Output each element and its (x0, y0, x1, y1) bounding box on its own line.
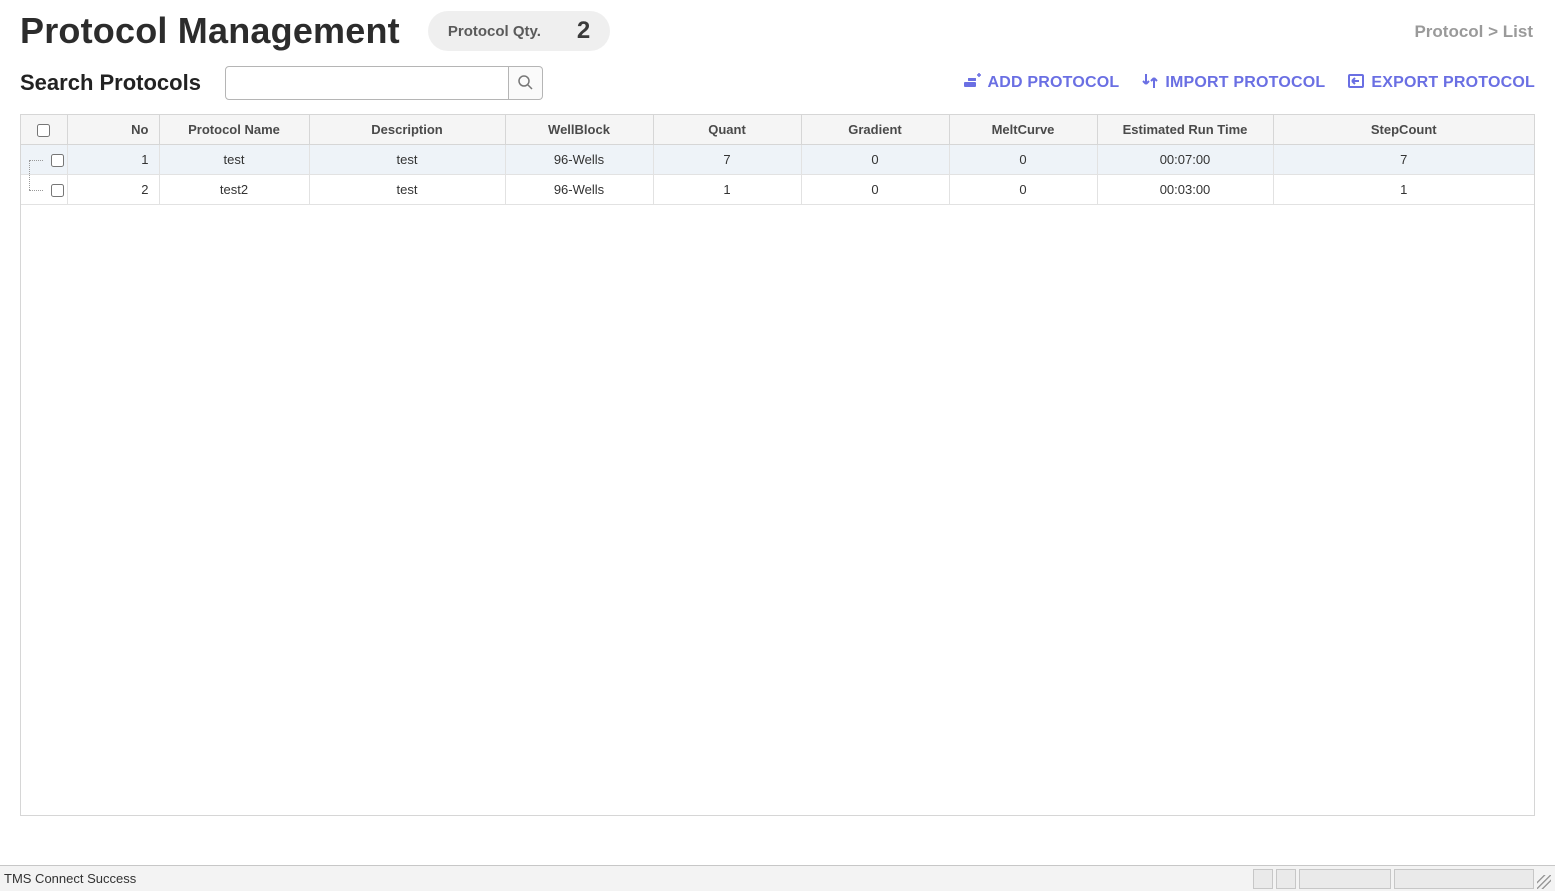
cell-wellblock: 96-Wells (505, 145, 653, 175)
action-buttons: ADD PROTOCOL IMPORT PROTOCOL EXPORT PROT… (963, 72, 1535, 95)
protocol-qty-label: Protocol Qty. (448, 23, 541, 40)
select-all-checkbox[interactable] (37, 124, 50, 137)
cell-gradient: 0 (801, 145, 949, 175)
add-icon (963, 72, 981, 95)
statusbar-pane-2 (1276, 869, 1296, 889)
search-icon (517, 74, 533, 93)
row-checkbox[interactable] (51, 154, 64, 167)
header: Protocol Management Protocol Qty. 2 (20, 10, 1535, 52)
status-bar: TMS Connect Success (0, 865, 1555, 891)
export-icon (1347, 72, 1365, 95)
protocol-table-container: No Protocol Name Description WellBlock Q… (20, 114, 1535, 816)
header-checkbox-cell (21, 115, 67, 145)
table-row[interactable]: 2test2test96-Wells10000:03:001 (21, 175, 1534, 205)
cell-gradient: 0 (801, 175, 949, 205)
cell-wellblock: 96-Wells (505, 175, 653, 205)
table-row[interactable]: 1testtest96-Wells70000:07:007 (21, 145, 1534, 175)
search-button[interactable] (509, 66, 543, 100)
cell-name: test (159, 145, 309, 175)
export-protocol-button[interactable]: EXPORT PROTOCOL (1347, 72, 1535, 95)
cell-no: 2 (67, 175, 159, 205)
cell-name: test2 (159, 175, 309, 205)
protocol-qty-pill: Protocol Qty. 2 (428, 11, 610, 51)
tree-cell (21, 145, 67, 175)
cell-quant: 7 (653, 145, 801, 175)
search-label: Search Protocols (20, 70, 201, 96)
add-protocol-button[interactable]: ADD PROTOCOL (963, 72, 1119, 95)
export-protocol-label: EXPORT PROTOCOL (1371, 74, 1535, 92)
col-header-quant[interactable]: Quant (653, 115, 801, 145)
resize-grip-icon[interactable] (1537, 875, 1551, 889)
cell-meltcurve: 0 (949, 175, 1097, 205)
breadcrumb: Protocol > List (1414, 22, 1533, 42)
tree-cell (21, 175, 67, 205)
status-message: TMS Connect Success (4, 871, 1250, 886)
col-header-stepcount[interactable]: StepCount (1273, 115, 1534, 145)
cell-runtime: 00:03:00 (1097, 175, 1273, 205)
col-header-meltcurve[interactable]: MeltCurve (949, 115, 1097, 145)
table-header: No Protocol Name Description WellBlock Q… (21, 115, 1534, 145)
search-input[interactable] (225, 66, 509, 100)
statusbar-pane-1 (1253, 869, 1273, 889)
cell-stepcount: 7 (1273, 145, 1534, 175)
page-title: Protocol Management (20, 10, 400, 52)
col-header-gradient[interactable]: Gradient (801, 115, 949, 145)
statusbar-pane-3 (1299, 869, 1391, 889)
import-icon (1141, 72, 1159, 95)
add-protocol-label: ADD PROTOCOL (987, 74, 1119, 92)
col-header-no[interactable]: No (67, 115, 159, 145)
page-container: Protocol Management Protocol Qty. 2 Prot… (0, 0, 1555, 865)
cell-description: test (309, 175, 505, 205)
statusbar-pane-4 (1394, 869, 1534, 889)
cell-runtime: 00:07:00 (1097, 145, 1273, 175)
protocol-qty-value: 2 (577, 17, 590, 45)
search-group (225, 66, 543, 100)
col-header-description[interactable]: Description (309, 115, 505, 145)
protocol-table: No Protocol Name Description WellBlock Q… (21, 115, 1534, 205)
cell-meltcurve: 0 (949, 145, 1097, 175)
table-body: 1testtest96-Wells70000:07:0072test2test9… (21, 145, 1534, 205)
col-header-runtime[interactable]: Estimated Run Time (1097, 115, 1273, 145)
import-protocol-label: IMPORT PROTOCOL (1165, 74, 1325, 92)
col-header-name[interactable]: Protocol Name (159, 115, 309, 145)
cell-stepcount: 1 (1273, 175, 1534, 205)
cell-description: test (309, 145, 505, 175)
cell-no: 1 (67, 145, 159, 175)
toolbar: Search Protocols ADD PROTOCOL IMPORT PR (20, 66, 1535, 100)
cell-quant: 1 (653, 175, 801, 205)
import-protocol-button[interactable]: IMPORT PROTOCOL (1141, 72, 1325, 95)
col-header-wellblock[interactable]: WellBlock (505, 115, 653, 145)
row-checkbox[interactable] (51, 184, 64, 197)
